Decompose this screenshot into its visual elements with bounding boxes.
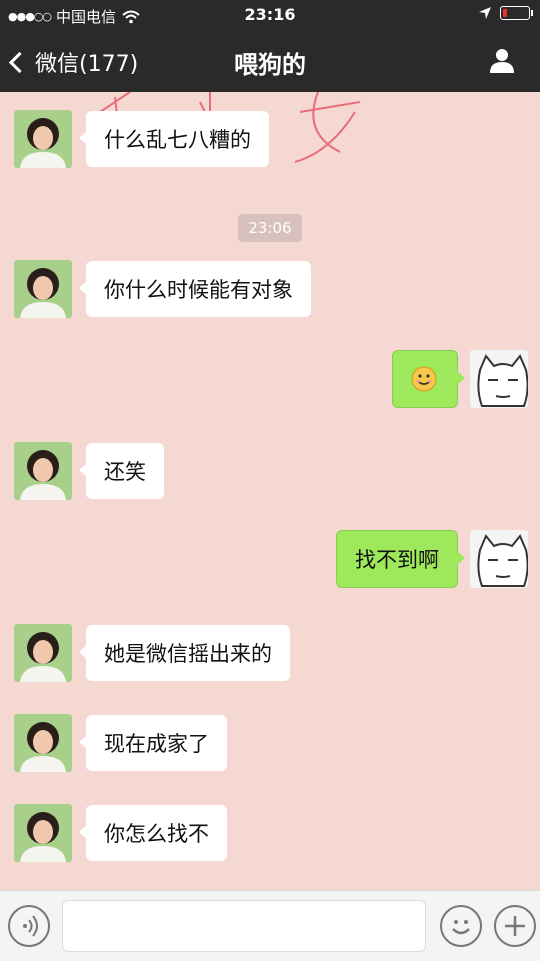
chat-title: 喂狗的: [234, 51, 306, 79]
message-bubble[interactable]: 你怎么找不: [79, 805, 227, 861]
message-bubble[interactable]: 还笑: [79, 443, 164, 499]
contact-avatar[interactable]: [14, 624, 72, 682]
voice-button[interactable]: [8, 905, 50, 947]
emoji-button[interactable]: [440, 905, 482, 947]
input-bar: [0, 890, 540, 961]
contact-avatar-image: [14, 804, 72, 862]
timestamp-badge: 23:06: [238, 214, 302, 242]
message-bubble[interactable]: 找不到啊: [336, 530, 465, 588]
contact-avatar[interactable]: [14, 804, 72, 862]
contact-avatar-image: [14, 442, 72, 500]
location-arrow-icon: [479, 7, 491, 19]
my-avatar[interactable]: [470, 350, 528, 408]
status-right: [478, 6, 533, 20]
message-row: 你怎么找不: [14, 804, 227, 862]
message-bubble[interactable]: 什么乱七八糟的: [79, 111, 269, 167]
message-bubble[interactable]: [392, 350, 465, 408]
message-row: 她是微信摇出来的: [14, 624, 290, 682]
battery-icon: [500, 6, 533, 20]
message-bubble[interactable]: 你什么时候能有对象: [79, 261, 311, 317]
message-bubble[interactable]: 她是微信摇出来的: [79, 625, 290, 681]
contact-avatar[interactable]: [14, 260, 72, 318]
message-input[interactable]: [62, 900, 426, 952]
message-row: 还笑: [14, 442, 164, 500]
smile-emoji-icon: [411, 366, 437, 392]
message-row: 什么乱七八糟的: [14, 110, 269, 168]
more-options-button[interactable]: [494, 905, 536, 947]
message-row: [392, 350, 528, 408]
contact-avatar[interactable]: [14, 442, 72, 500]
message-row: 现在成家了: [14, 714, 227, 772]
my-avatar-image: [470, 530, 528, 588]
my-avatar-image: [470, 350, 528, 408]
contact-profile-icon[interactable]: [488, 46, 516, 74]
emoji-icon: [452, 920, 470, 935]
contact-avatar-image: [14, 714, 72, 772]
status-time: 23:16: [244, 5, 296, 24]
message-row: 你什么时候能有对象: [14, 260, 311, 318]
plus-icon: [505, 916, 525, 936]
contact-avatar-image: [14, 624, 72, 682]
my-avatar[interactable]: [470, 530, 528, 588]
message-bubble[interactable]: 现在成家了: [79, 715, 227, 771]
contact-avatar[interactable]: [14, 714, 72, 772]
contact-avatar-image: [14, 110, 72, 168]
chat-header: 微信(177) 喂狗的: [0, 30, 540, 92]
voice-icon: [23, 915, 38, 937]
status-bar: ●●●○○ 中国电信 23:16: [0, 0, 540, 30]
chat-area[interactable]: 什么乱七八糟的 23:06 你什么时候能有对象 还笑 找不到啊 她是微信摇出来的…: [0, 92, 540, 890]
message-row: 找不到啊: [336, 530, 528, 588]
contact-avatar-image: [14, 260, 72, 318]
contact-avatar[interactable]: [14, 110, 72, 168]
